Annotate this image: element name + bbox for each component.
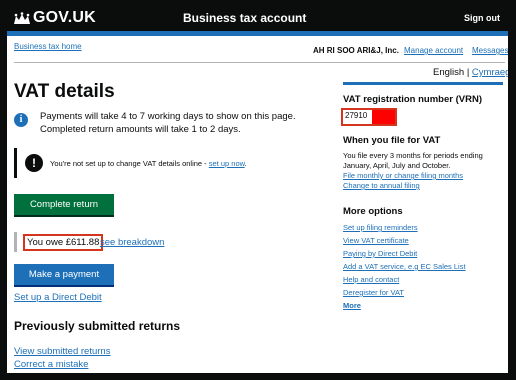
- make-payment-button[interactable]: Make a payment: [14, 264, 114, 285]
- vat-certificate-link[interactable]: View VAT certificate: [343, 236, 409, 245]
- service-name[interactable]: Business tax account: [183, 11, 306, 25]
- vrn-heading: VAT registration number (VRN): [343, 94, 482, 105]
- warning-box: ! You're not set up to change VAT detail…: [14, 148, 307, 178]
- govuk-header: GOV.UK Business tax account Sign out: [7, 7, 508, 31]
- filing-reminders-link[interactable]: Set up filing reminders: [343, 223, 418, 232]
- view-submitted-returns-link[interactable]: View submitted returns: [14, 346, 110, 357]
- see-breakdown-link[interactable]: see breakdown: [100, 237, 164, 248]
- language-separator: |: [466, 67, 470, 78]
- direct-debit-link[interactable]: Set up a Direct Debit: [14, 292, 102, 303]
- breadcrumb-business-tax-home[interactable]: Business tax home: [14, 42, 82, 51]
- help-contact-link[interactable]: Help and contact: [343, 275, 399, 284]
- warning-text: You're not set up to change VAT details …: [50, 159, 247, 168]
- paying-direct-debit-link[interactable]: Paying by Direct Debit: [343, 249, 417, 258]
- deregister-vat-link[interactable]: Deregister for VAT: [343, 288, 404, 297]
- info-line-2: Completed return amounts will take 1 to …: [40, 124, 241, 135]
- govuk-logo[interactable]: GOV.UK: [33, 9, 96, 27]
- amount-owed-panel: You owe £611.88: [14, 232, 104, 252]
- more-link[interactable]: More: [343, 301, 361, 310]
- page-title: VAT details: [14, 81, 115, 102]
- account-name: AH RI SOO ARI&J, Inc.: [313, 46, 399, 55]
- previous-returns-heading: Previously submitted returns: [14, 319, 181, 333]
- warning-message: You're not set up to change VAT details …: [50, 159, 209, 168]
- sidebar-accent-bar: [343, 82, 503, 85]
- info-text: Payments will take 4 to 7 working days t…: [40, 110, 310, 136]
- sign-out-link[interactable]: Sign out: [464, 13, 500, 23]
- file-heading: When you file for VAT: [343, 135, 441, 146]
- language-welsh-link[interactable]: Cymraeg: [472, 67, 508, 78]
- more-options-heading: More options: [343, 206, 403, 217]
- vrn-redaction: [372, 110, 395, 124]
- divider: [14, 62, 505, 63]
- file-text: You file every 3 months for periods endi…: [343, 151, 483, 170]
- messages-link[interactable]: Messages: [472, 46, 508, 55]
- file-monthly-link[interactable]: File monthly or change filing months: [343, 171, 463, 180]
- complete-return-button[interactable]: Complete return: [14, 194, 114, 215]
- header-accent-bar: [7, 31, 508, 36]
- crown-icon: [14, 12, 30, 24]
- vrn-value: 27910: [345, 111, 368, 120]
- language-english: English: [433, 67, 465, 78]
- amount-owed: You owe £611.88: [23, 234, 104, 251]
- warning-end: .: [244, 159, 247, 168]
- set-up-now-link[interactable]: set up now: [209, 159, 245, 168]
- warning-icon: !: [25, 154, 43, 172]
- annual-filing-link[interactable]: Change to annual filing: [343, 181, 420, 190]
- correct-mistake-link[interactable]: Correct a mistake: [14, 359, 88, 370]
- info-line-1: Payments will take 4 to 7 working days t…: [40, 111, 296, 122]
- vrn-value-box: 27910: [341, 108, 397, 126]
- info-icon: i: [14, 113, 28, 127]
- page: GOV.UK Business tax account Sign out Bus…: [7, 7, 508, 373]
- manage-account-link[interactable]: Manage account: [404, 46, 463, 55]
- add-vat-service-link[interactable]: Add a VAT service, e.g EC Sales List: [343, 262, 466, 271]
- language-toggle: English | Cymraeg: [433, 67, 508, 78]
